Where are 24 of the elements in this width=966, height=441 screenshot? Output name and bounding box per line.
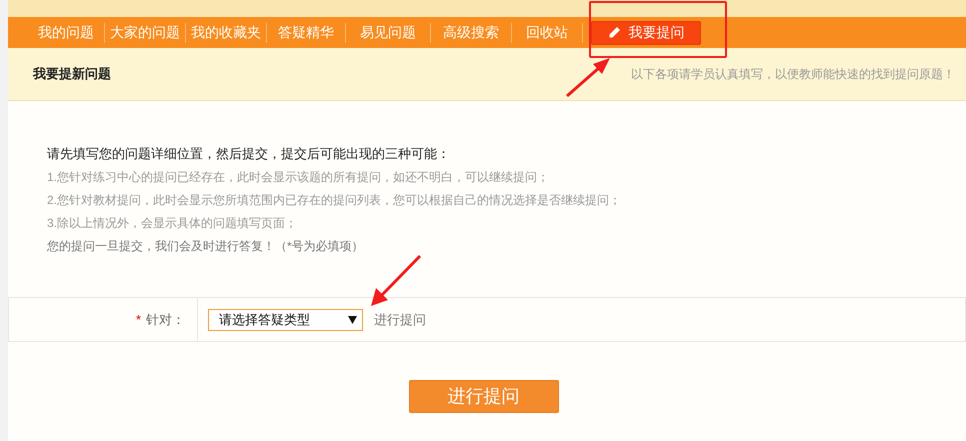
intro-heading: 请先填写您的问题详细位置，然后提交，提交后可能出现的三种可能： — [47, 145, 451, 163]
field-label: 针对： — [146, 310, 185, 329]
nav-link[interactable]: 大家的问题 — [105, 22, 185, 43]
intro-item: 3.除以上情况外，会显示具体的问题填写页面； — [47, 215, 298, 232]
nav-link[interactable]: 易见问题 — [346, 22, 430, 43]
nav-link[interactable]: 回收站 — [512, 22, 582, 43]
submit-button[interactable]: 进行提问 — [408, 380, 558, 413]
intro-item: 2.您针对教材提问，此时会显示您所填范围内已存在的提问列表，您可以根据自己的情况选择是否继续提问； — [47, 192, 622, 209]
suffix-text: 进行提问 — [374, 310, 426, 329]
section-title: 我要提新问题 — [33, 65, 111, 84]
note-text: 您的提问一旦提交，我们会及时进行答复！（*号为必填项） — [47, 238, 365, 255]
nav-link[interactable]: 答疑精华 — [267, 22, 345, 43]
hint-text: 以下各项请学员认真填写，以便教师能快速的找到提问原题！ — [631, 66, 955, 83]
type-dropdown[interactable]: 请选择答疑类型 — [208, 308, 363, 330]
nav-link[interactable]: 高级搜索 — [431, 22, 511, 43]
nav-link[interactable]: 我的收藏夹 — [186, 22, 266, 43]
required-mark: * — [136, 310, 141, 329]
nav-link[interactable]: 我的问题 — [28, 22, 104, 43]
ask-button[interactable]: 我要提问 — [591, 20, 701, 44]
caret-icon — [348, 316, 357, 324]
annotation-arrow — [566, 58, 610, 98]
intro-item: 1.您针对练习中心的提问已经存在，此时会显示该题的所有提问，如还不明白，可以继续提问； — [47, 169, 550, 186]
pencil-icon — [608, 26, 620, 39]
annotation-arrow — [371, 254, 422, 306]
